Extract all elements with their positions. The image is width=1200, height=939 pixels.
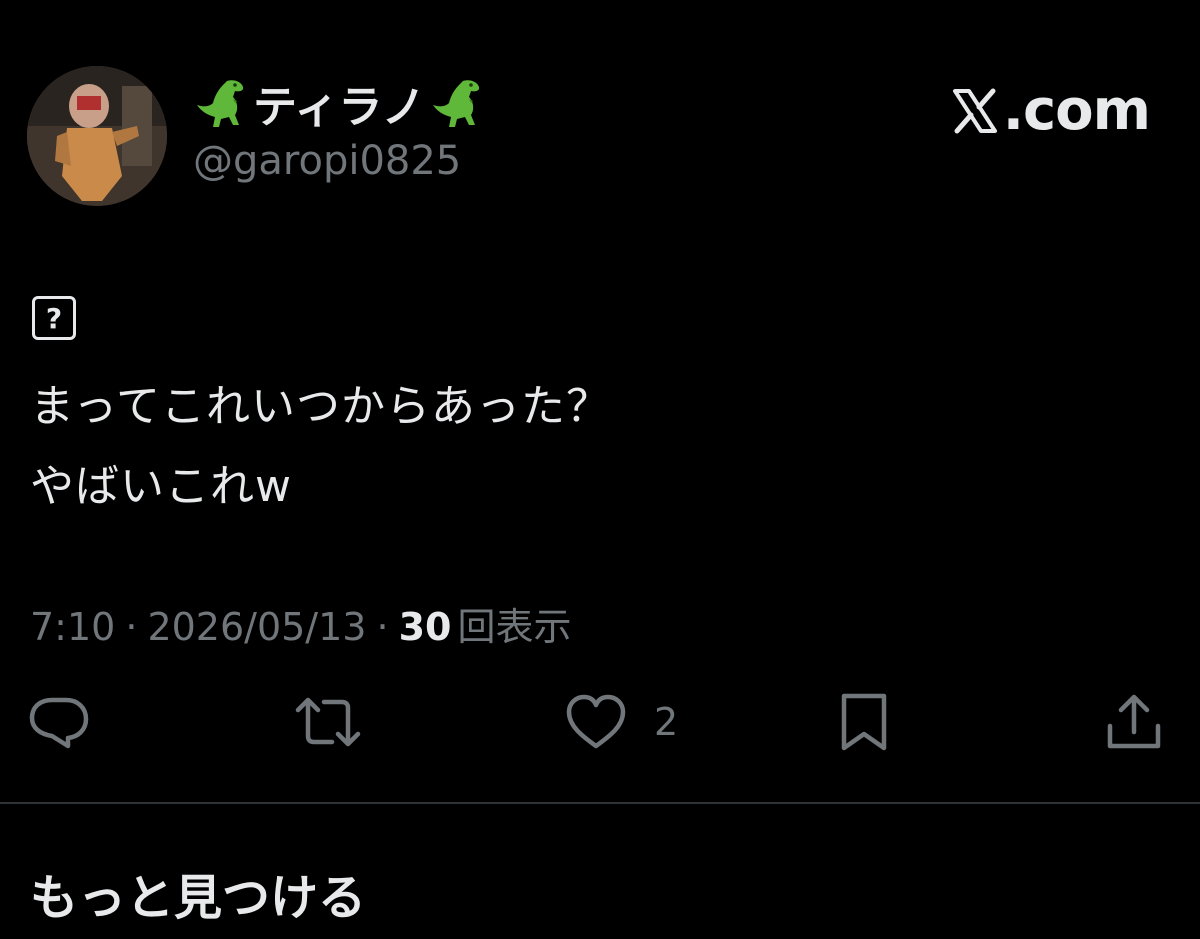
x-logo-icon (949, 85, 1001, 137)
divider (0, 802, 1200, 804)
avatar[interactable] (27, 66, 167, 206)
tweet-meta: 7:10 · 2026/05/13 · 30 回表示 (30, 596, 571, 651)
user-handle[interactable]: @garopi0825 (193, 138, 461, 184)
tweet-time[interactable]: 7:10 (30, 605, 115, 649)
discover-more-heading: もっと見つける (30, 870, 367, 926)
view-count: 30 (398, 605, 452, 649)
share-button[interactable] (1104, 692, 1164, 752)
x-com-label: .com (1002, 78, 1151, 143)
t-rex-icon (429, 75, 485, 131)
tweet-date[interactable]: 2026/05/13 (147, 605, 366, 649)
x-com-brand: .com (949, 78, 1151, 143)
bookmark-icon (834, 692, 894, 752)
heart-icon (564, 692, 628, 752)
reply-icon (28, 692, 90, 752)
display-name[interactable]: ティラノ (193, 72, 485, 134)
like-button[interactable]: 2 (564, 692, 678, 752)
share-icon (1104, 692, 1164, 752)
tweet-text-line: まってこれいつからあった？ (30, 381, 612, 432)
retweet-icon (292, 692, 364, 752)
view-label: 回表示 (457, 605, 572, 649)
display-name-text: ティラノ (253, 82, 426, 133)
reply-button[interactable] (28, 692, 90, 752)
tweet-text-line: やばいこれw (30, 461, 292, 512)
meta-separator: · (125, 605, 138, 649)
retweet-button[interactable] (292, 692, 364, 752)
missing-emoji-glyph: ? (32, 296, 76, 340)
t-rex-icon (193, 75, 249, 131)
tweet-screenshot: ティラノ @garopi0825 .com ? まってこれいつからあった？ やば… (0, 0, 1200, 939)
bookmark-button[interactable] (834, 692, 894, 752)
like-count: 2 (654, 700, 679, 744)
meta-separator: · (376, 605, 389, 649)
